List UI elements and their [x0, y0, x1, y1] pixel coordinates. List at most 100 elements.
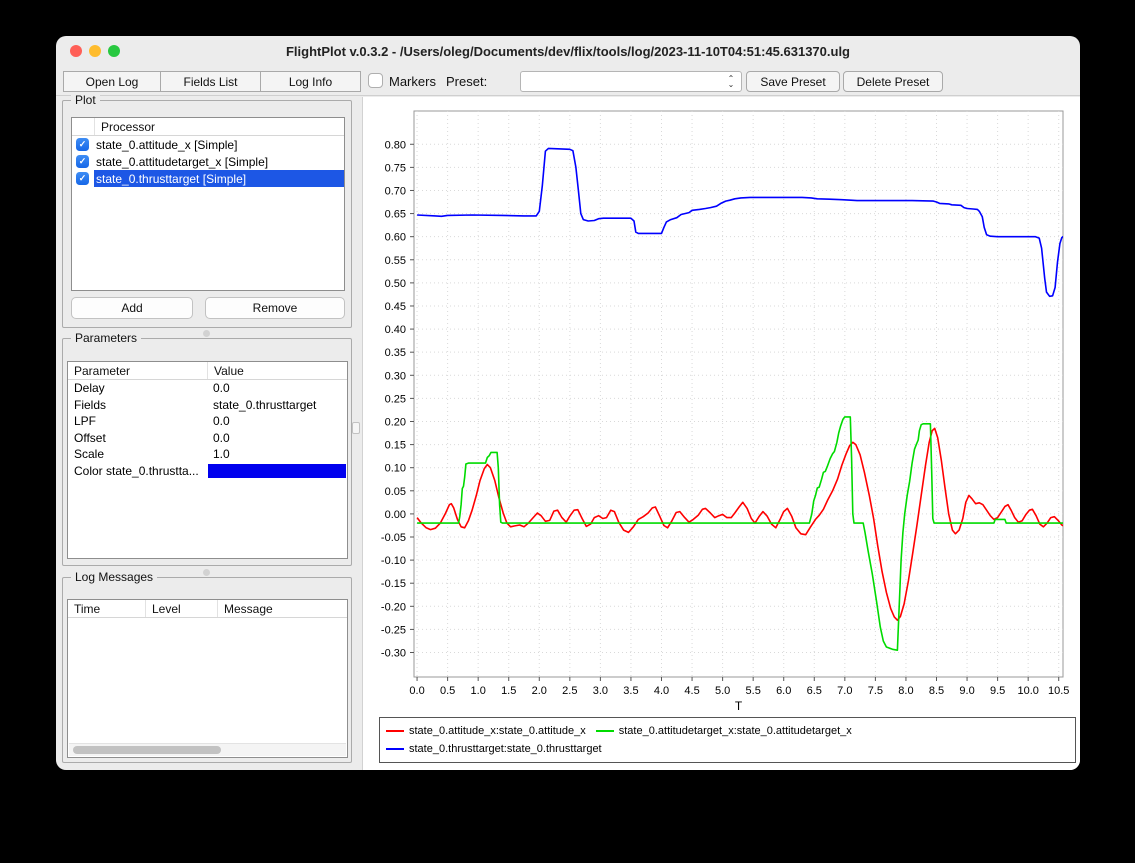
parameter-value: 0.0 — [207, 380, 347, 397]
level-column-header: Level — [145, 600, 217, 617]
log-info-button[interactable]: Log Info — [260, 71, 361, 92]
legend-line-icon — [596, 730, 614, 732]
y-tick-label: 0.10 — [385, 463, 406, 475]
processor-label: state_0.attitudetarget_x [Simple] — [94, 153, 344, 170]
processor-label: state_0.attitude_x [Simple] — [94, 136, 344, 153]
x-tick-label: 8.0 — [898, 685, 913, 697]
x-tick-label: 0.0 — [409, 685, 424, 697]
legend-line-icon — [386, 730, 404, 732]
processor-row[interactable]: ✓ state_0.attitude_x [Simple] — [72, 136, 344, 153]
legend-label: state_0.attitude_x:state_0.attitude_x — [409, 725, 586, 737]
x-tick-label: 7.0 — [837, 685, 852, 697]
markers-checkbox[interactable] — [368, 73, 383, 88]
processor-checkbox[interactable]: ✓ — [76, 138, 89, 151]
fields-list-button[interactable]: Fields List — [160, 71, 261, 92]
combo-stepper-icon[interactable]: ⌃ ⌄ — [723, 72, 739, 91]
open-log-button[interactable]: Open Log — [63, 71, 161, 92]
y-tick-label: -0.25 — [381, 624, 406, 636]
add-button[interactable]: Add — [71, 297, 193, 319]
x-tick-label: 7.5 — [868, 685, 883, 697]
window-title: FlightPlot v.0.3.2 - /Users/oleg/Documen… — [56, 44, 1080, 59]
parameter-row[interactable]: Scale1.0 — [68, 446, 347, 463]
color-swatch[interactable] — [208, 464, 346, 479]
log-messages-table[interactable]: Time Level Message — [67, 599, 348, 758]
x-tick-label: 8.5 — [929, 685, 944, 697]
parameters-panel-title: Parameters — [71, 331, 141, 345]
parameter-row[interactable]: Offset0.0 — [68, 430, 347, 447]
y-tick-label: 0.30 — [385, 370, 406, 382]
message-column-header: Message — [217, 600, 347, 617]
x-tick-label: 4.5 — [684, 685, 699, 697]
parameter-rows: Delay0.0Fieldsstate_0.thrusttargetLPF0.0… — [68, 380, 347, 479]
parameter-value: state_0.thrusttarget — [207, 397, 347, 414]
processor-row[interactable]: ✓ state_0.thrusttarget [Simple] — [72, 170, 344, 187]
scrollbar-thumb[interactable] — [73, 746, 221, 754]
x-tick-label: 2.5 — [562, 685, 577, 697]
plot-panel: Plot Processor ✓state_0.attitude_x [Simp… — [62, 100, 352, 328]
y-tick-label: 0.80 — [385, 139, 406, 151]
y-tick-label: 0.05 — [385, 486, 406, 498]
y-tick-label: -0.30 — [381, 648, 406, 660]
time-column-header: Time — [68, 600, 145, 617]
parameters-table[interactable]: Parameter Value Delay0.0Fieldsstate_0.th… — [67, 361, 348, 559]
processor-checkbox[interactable]: ✓ — [76, 172, 89, 185]
parameter-value: 1.0 — [207, 446, 347, 463]
x-tick-label: 9.5 — [990, 685, 1005, 697]
legend-item: state_0.thrusttarget:state_0.thrusttarge… — [386, 740, 602, 758]
y-tick-label: 0.40 — [385, 324, 406, 336]
value-column-header: Value — [207, 362, 347, 379]
chart-legend: state_0.attitude_x:state_0.attitude_xsta… — [379, 717, 1076, 763]
y-tick-label: -0.05 — [381, 532, 406, 544]
splitter-handle[interactable] — [203, 569, 210, 576]
parameter-name: LPF — [68, 414, 207, 428]
processor-table-header: Processor — [72, 118, 344, 136]
flight-plot-chart[interactable]: 0.00.51.01.52.02.53.03.54.04.55.05.56.06… — [363, 97, 1080, 770]
parameter-row[interactable]: Color state_0.thrustta... — [68, 463, 347, 480]
chevron-down-icon: ⌄ — [728, 82, 735, 88]
remove-button[interactable]: Remove — [205, 297, 345, 319]
flightplot-window: FlightPlot v.0.3.2 - /Users/oleg/Documen… — [56, 36, 1080, 770]
processor-row[interactable]: ✓ state_0.attitudetarget_x [Simple] — [72, 153, 344, 170]
y-tick-label: -0.20 — [381, 601, 406, 613]
y-tick-label: 0.35 — [385, 347, 406, 359]
plot-area[interactable] — [414, 111, 1063, 677]
delete-preset-button[interactable]: Delete Preset — [843, 71, 943, 92]
y-tick-label: 0.70 — [385, 185, 406, 197]
parameter-name: Scale — [68, 447, 207, 461]
splitter-handle[interactable] — [203, 330, 210, 337]
processor-label: state_0.thrusttarget [Simple] — [94, 170, 344, 187]
parameter-name: Color state_0.thrustta... — [68, 464, 207, 478]
chart-panel[interactable]: 0.00.51.01.52.02.53.03.54.04.55.05.56.06… — [362, 97, 1080, 770]
processor-column-header: Processor — [94, 118, 344, 135]
parameter-value: 0.0 — [207, 430, 347, 447]
y-tick-label: 0.25 — [385, 393, 406, 405]
preset-combobox[interactable]: ⌃ ⌄ — [520, 71, 742, 92]
legend-label: state_0.attitudetarget_x:state_0.attitud… — [619, 725, 852, 737]
parameter-name: Offset — [68, 431, 207, 445]
processor-table[interactable]: Processor ✓ state_0.attitude_x [Simple] ✓ s… — [71, 117, 345, 291]
log-messages-panel: Log Messages Time Level Message — [62, 577, 352, 763]
save-preset-button[interactable]: Save Preset — [746, 71, 840, 92]
x-tick-label: 10.0 — [1017, 685, 1038, 697]
vertical-splitter-handle[interactable] — [352, 422, 360, 434]
parameter-row[interactable]: Fieldsstate_0.thrusttarget — [68, 397, 347, 414]
parameter-name: Delay — [68, 381, 207, 395]
y-tick-label: -0.15 — [381, 578, 406, 590]
horizontal-scrollbar[interactable] — [69, 743, 346, 756]
legend-item: state_0.attitudetarget_x:state_0.attitud… — [596, 722, 852, 740]
parameter-row[interactable]: Delay0.0 — [68, 380, 347, 397]
title-bar[interactable]: FlightPlot v.0.3.2 - /Users/oleg/Documen… — [56, 36, 1080, 66]
processor-checkbox[interactable]: ✓ — [76, 155, 89, 168]
parameters-panel: Parameters Parameter Value Delay0.0Field… — [62, 338, 352, 566]
parameter-row[interactable]: LPF0.0 — [68, 413, 347, 430]
parameters-table-header: Parameter Value — [68, 362, 347, 380]
y-tick-label: 0.00 — [385, 509, 406, 521]
log-messages-panel-title: Log Messages — [71, 570, 157, 584]
log-table-header: Time Level Message — [68, 600, 347, 618]
x-tick-label: 2.0 — [532, 685, 547, 697]
x-tick-label: 6.5 — [807, 685, 822, 697]
legend-line-icon — [386, 748, 404, 750]
y-tick-label: 0.50 — [385, 278, 406, 290]
markers-label: Markers — [389, 74, 436, 89]
y-tick-label: 0.20 — [385, 416, 406, 428]
